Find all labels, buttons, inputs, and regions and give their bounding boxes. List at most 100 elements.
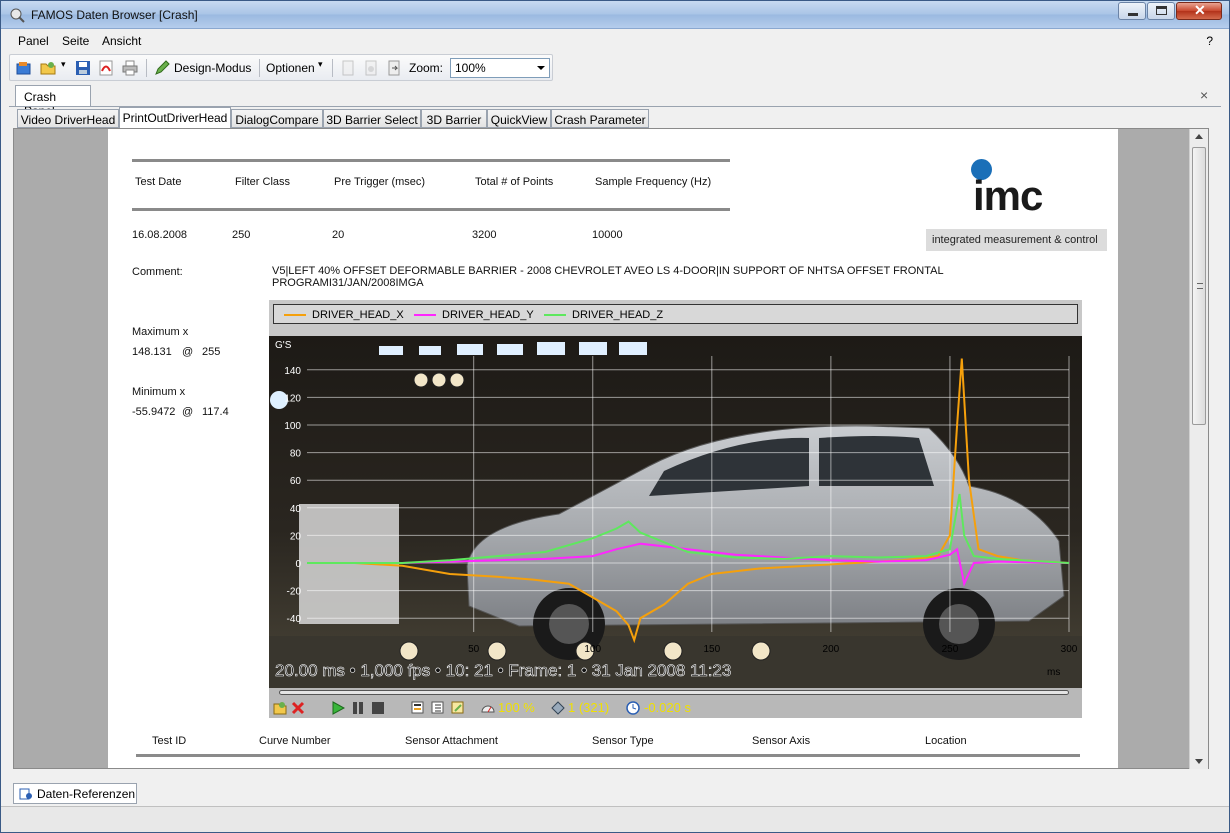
pdf-icon[interactable] [98, 60, 114, 76]
toolbar: ▾ Design-Modus Optionen ▾ Zoom: 100% [9, 54, 553, 81]
header-rule-top [132, 159, 730, 162]
help-menu[interactable]: ? [1206, 34, 1213, 48]
col-test-id: Test ID [152, 735, 187, 747]
close-panel-icon[interactable]: × [1200, 87, 1208, 103]
options-menu-button[interactable]: Optionen [266, 61, 315, 75]
window-title: FAMOS Daten Browser [Crash] [31, 8, 198, 22]
clock-icon [626, 701, 640, 715]
y-axis-label: G'S [275, 340, 292, 351]
save-icon[interactable] [75, 60, 91, 76]
tab-3d-barrier-select[interactable]: 3D Barrier Select [323, 109, 421, 128]
open-folder-icon[interactable] [40, 60, 56, 76]
print-icon[interactable] [122, 60, 138, 76]
page-export-icon[interactable] [386, 60, 402, 76]
minimum-at: @ [182, 406, 194, 418]
page-settings-icon[interactable] [363, 60, 379, 76]
tab-printout-driverhead[interactable]: PrintOutDriverHead [119, 107, 231, 129]
pause-icon[interactable] [351, 701, 365, 715]
minimize-button[interactable] [1118, 2, 1146, 20]
design-mode-button[interactable]: Design-Modus [174, 61, 251, 75]
value-total-points: 3200 [472, 229, 497, 241]
tab-quickview[interactable]: QuickView [487, 109, 551, 128]
frame-counter-icon [551, 701, 565, 715]
legend-label-x: DRIVER_HEAD_X [312, 309, 404, 321]
y-tick-label: 60 [290, 476, 302, 487]
scroll-down-icon[interactable] [1195, 759, 1203, 764]
vertical-scrollbar[interactable] [1189, 129, 1208, 769]
value-pre-trigger: 20 [332, 229, 345, 241]
video-timestamp-overlay: 20.00 ms • 1,000 fps • 10: 21 • Frame: 1… [275, 661, 731, 680]
menu-bar: Panel Seite Ansicht ? [1, 30, 1229, 52]
value-sample-frequency: 10000 [592, 229, 623, 241]
tab-video-driverhead[interactable]: Video DriverHead [17, 109, 119, 128]
playback-time: -0.020 s [644, 700, 691, 715]
crash-video-chart[interactable]: -40 -20 0 20 40 60 80 100 120 140 50 100 150 200 250 3… [269, 336, 1082, 688]
x-tick-label: 50 [468, 644, 480, 655]
legend-driver-head-x: DRIVER_HEAD_X [284, 309, 404, 321]
content-area: Test Date Filter Class Pre Trigger (msec… [13, 128, 1209, 769]
legend-label-z: DRIVER_HEAD_Z [572, 309, 664, 321]
frame-navigate-icon[interactable] [431, 701, 445, 715]
x-tick-label: 200 [823, 644, 840, 655]
x-axis-label: ms [1047, 667, 1060, 678]
chevron-down-icon: ▾ [318, 59, 323, 69]
tab-dialog-compare[interactable]: DialogCompare [231, 109, 323, 128]
minimum-value: -55.9472 [132, 406, 176, 418]
menu-panel[interactable]: Panel [18, 34, 49, 48]
notes-icon[interactable] [451, 701, 465, 715]
x-tick-label: 300 [1061, 644, 1078, 655]
scroll-up-icon[interactable] [1195, 134, 1203, 139]
legend-swatch-x [284, 314, 306, 317]
zoom-select[interactable]: 100% [450, 58, 550, 78]
play-icon[interactable] [331, 701, 345, 715]
imc-logo-subtitle: integrated measurement & control [926, 229, 1107, 251]
close-button[interactable]: ✕ [1176, 2, 1222, 20]
maximum-value: 148.131 [132, 346, 172, 358]
frame-slider[interactable] [279, 690, 1069, 695]
menu-ansicht[interactable]: Ansicht [102, 34, 141, 48]
y-tick-label: 40 [290, 504, 302, 515]
player-controls: 100 % 1 (321) -0.020 s [269, 688, 1082, 718]
chart-legend: DRIVER_HEAD_X DRIVER_HEAD_Y DRIVER_HEAD_… [273, 304, 1078, 324]
y-tick-label: -40 [287, 614, 302, 625]
legend-label-y: DRIVER_HEAD_Y [442, 309, 534, 321]
grip-icon [1197, 283, 1203, 289]
scroll-thumb[interactable] [1192, 147, 1206, 425]
y-tick-label: 100 [284, 421, 301, 432]
col-curve-number: Curve Number [259, 735, 331, 747]
tab-3d-barrier[interactable]: 3D Barrier [421, 109, 487, 128]
frame-counter: 1 (321) [568, 700, 610, 715]
app-window: FAMOS Daten Browser [Crash] ✕ Panel Seit… [0, 0, 1230, 833]
video-chart-panel: DRIVER_HEAD_X DRIVER_HEAD_Y DRIVER_HEAD_… [269, 300, 1082, 718]
col-sample-frequency: Sample Frequency (Hz) [595, 176, 712, 188]
tab-daten-referenzen[interactable]: Daten-Referenzen [13, 783, 137, 804]
open-panel-icon[interactable] [16, 60, 32, 76]
y-tick-label: 80 [290, 449, 302, 460]
open-video-icon[interactable] [273, 701, 287, 715]
speed-gauge-icon [481, 705, 495, 713]
toolbar-separator [259, 59, 260, 77]
y-tick-label: -20 [287, 587, 302, 598]
stop-icon[interactable] [371, 701, 385, 715]
tab-crash-panel[interactable]: Crash Panel [15, 85, 91, 118]
tab-crash-parameter[interactable]: Crash Parameter [551, 109, 649, 128]
delete-icon[interactable] [291, 701, 305, 715]
dropdown-arrow-icon[interactable]: ▾ [61, 59, 66, 70]
legend-swatch-z [544, 314, 566, 317]
col-filter-class: Filter Class [235, 176, 291, 188]
frame-settings-icon[interactable] [411, 701, 425, 715]
printout-page: Test Date Filter Class Pre Trigger (msec… [108, 129, 1118, 768]
header-rule-bottom [132, 208, 730, 211]
x-tick-label: 250 [942, 644, 959, 655]
page-icon[interactable] [340, 60, 356, 76]
close-icon: ✕ [1194, 2, 1206, 18]
menu-seite[interactable]: Seite [62, 34, 89, 48]
status-bar [1, 806, 1229, 832]
maximize-button[interactable] [1147, 2, 1175, 20]
comment-label: Comment: [132, 266, 183, 278]
y-tick-label: 0 [295, 559, 301, 570]
col-pre-trigger: Pre Trigger (msec) [334, 176, 426, 188]
zoom-label: Zoom: [409, 61, 444, 75]
x-tick-label: 150 [703, 644, 720, 655]
legend-driver-head-z: DRIVER_HEAD_Z [544, 309, 663, 321]
